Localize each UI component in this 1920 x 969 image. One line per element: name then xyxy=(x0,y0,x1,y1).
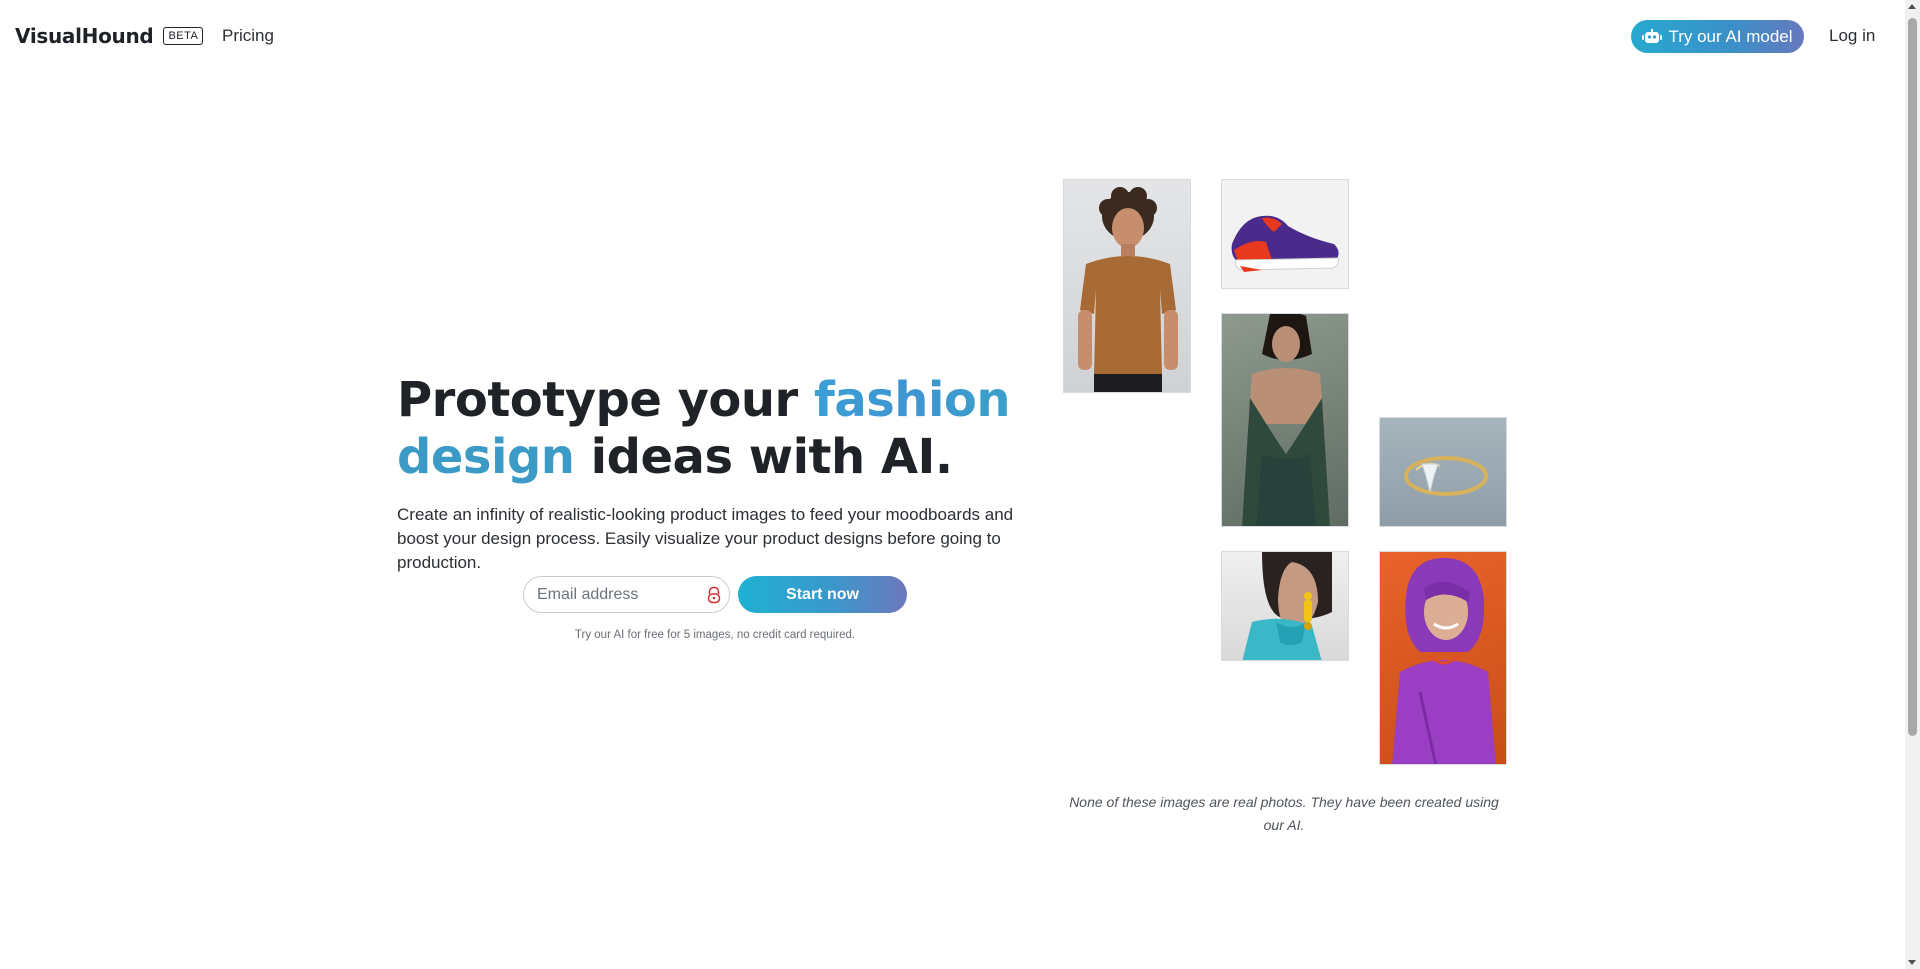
try-ai-model-button[interactable]: Try our AI model xyxy=(1631,20,1804,53)
page-scrollbar[interactable] xyxy=(1905,0,1920,969)
hero-title: Prototype your fashion design ideas with … xyxy=(397,372,1017,486)
purple-hair-illustration xyxy=(1392,558,1496,764)
earrings-illustration xyxy=(1242,552,1332,660)
man-tshirt-illustration xyxy=(1078,187,1178,392)
gallery-image-ring xyxy=(1379,417,1507,527)
sneaker-illustration xyxy=(1231,215,1339,272)
scroll-up-arrow-icon[interactable] xyxy=(1908,4,1916,9)
green-dress-illustration xyxy=(1242,314,1330,526)
brand-logo-text[interactable]: VisualHound xyxy=(15,24,154,48)
gallery-image-purple-hair xyxy=(1379,551,1507,765)
hero-title-highlight-design: design xyxy=(397,429,575,485)
gallery-caption: None of these images are real photos. Th… xyxy=(1069,794,1499,833)
gallery-image-earrings xyxy=(1221,551,1349,661)
ring-illustration xyxy=(1404,456,1488,496)
brand[interactable]: VisualHound BETA xyxy=(15,24,204,48)
scrollbar-thumb[interactable] xyxy=(1908,18,1917,736)
gallery-image-sneaker xyxy=(1221,179,1349,289)
start-now-button[interactable]: Start now xyxy=(738,576,907,613)
gallery-image-man-tshirt xyxy=(1063,179,1191,393)
login-link[interactable]: Log in xyxy=(1829,26,1875,46)
beta-badge: BETA xyxy=(163,27,204,45)
hero-description: Create an infinity of realistic-looking … xyxy=(397,505,1014,572)
try-ai-label: Try our AI model xyxy=(1668,26,1793,46)
navbar: VisualHound BETA Pricing Try our AI mode… xyxy=(0,0,1905,72)
robot-icon xyxy=(1642,28,1663,43)
gallery-image-green-dress xyxy=(1221,313,1349,527)
hero-title-highlight-fashion: fashion xyxy=(813,372,1011,428)
password-manager-icon[interactable] xyxy=(706,586,722,604)
hero-title-part1: Prototype your xyxy=(397,372,814,428)
scroll-down-arrow-icon[interactable] xyxy=(1908,960,1916,965)
hero-title-part2: ideas with AI. xyxy=(574,429,953,485)
free-trial-note: Try our AI for free for 5 images, no cre… xyxy=(574,629,856,641)
nav-link-pricing[interactable]: Pricing xyxy=(222,26,274,46)
email-input[interactable] xyxy=(523,576,730,613)
